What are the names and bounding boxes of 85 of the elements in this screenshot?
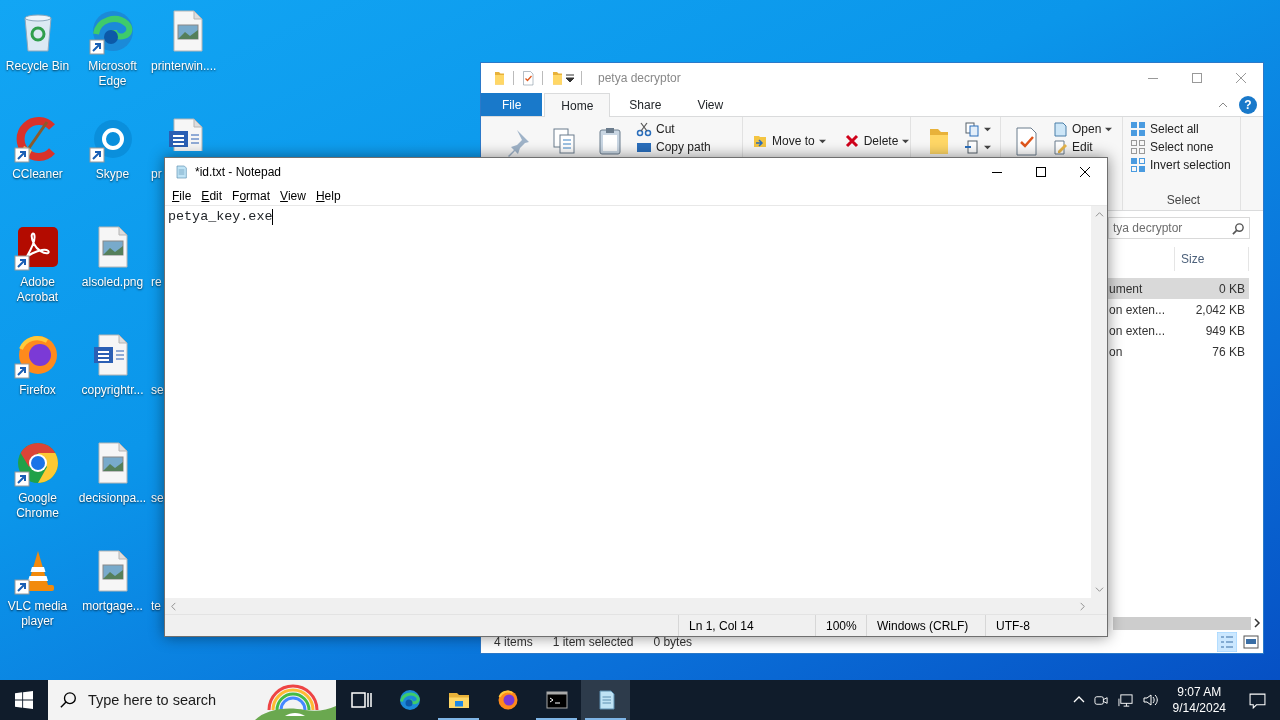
network-icon[interactable]	[1117, 692, 1133, 708]
move-icon	[752, 133, 768, 149]
dropdown-icon[interactable]	[565, 73, 575, 83]
search-placeholder: tya decryptor	[1113, 220, 1183, 237]
ribbon-tab[interactable]: View	[680, 93, 741, 116]
search-icon	[60, 691, 78, 709]
text-cursor	[272, 209, 274, 225]
open-button[interactable]: Open	[1049, 120, 1116, 138]
move-to-button[interactable]: Move to	[749, 130, 829, 152]
caret-icon[interactable]	[818, 137, 826, 145]
column-header[interactable]: Size	[1174, 247, 1249, 271]
search-icon[interactable]	[1232, 221, 1245, 235]
icon-label[interactable]: mortgage...	[82, 599, 143, 614]
maximize-icon[interactable]	[1036, 167, 1046, 177]
scrollbar-thumb[interactable]	[1113, 616, 1251, 630]
group-label: Select	[1165, 192, 1202, 209]
scissors-icon	[636, 121, 652, 137]
icon-label[interactable]: VLC media player	[0, 599, 75, 629]
table-cell-text: 0 KB	[1218, 280, 1246, 298]
new-item-icon	[964, 121, 980, 137]
status-text: Windows (CRLF)	[877, 617, 969, 635]
table-cell-text: on	[1108, 343, 1124, 361]
ribbon-tab[interactable]: File	[481, 93, 543, 116]
caret-icon[interactable]	[902, 137, 910, 145]
clock-date: 9/14/2024	[1172, 700, 1226, 716]
search-field[interactable]: Type here to search	[48, 680, 255, 720]
status-text: 4 items	[494, 634, 533, 651]
notepad-icon	[173, 164, 189, 180]
table-cell-text: on exten...	[1108, 301, 1167, 319]
caret-icon[interactable]	[984, 143, 991, 151]
file-row[interactable]: on exten... 949 KB	[1107, 320, 1249, 341]
file-row[interactable]: on 76 KB	[1107, 341, 1249, 362]
large-icons-view-icon[interactable]	[1241, 632, 1261, 652]
window-title: petya decryptor	[598, 70, 681, 87]
caret-icon[interactable]	[984, 125, 991, 133]
close-icon[interactable]	[1080, 167, 1090, 177]
notepad-icon	[1052, 121, 1068, 137]
scroll-right-icon[interactable]	[1251, 617, 1263, 629]
terminal-icon[interactable]	[544, 688, 569, 712]
menu-item[interactable]: Help	[310, 186, 346, 205]
notification-icon[interactable]	[1249, 691, 1266, 709]
file-row[interactable]: on exten... 2,042 KB	[1107, 299, 1249, 320]
help-button[interactable]: ?	[1239, 95, 1257, 114]
status-text: 0 bytes	[653, 634, 693, 651]
document-text: petya_key.exe	[168, 208, 273, 226]
table-cell-text: on exten...	[1108, 322, 1167, 340]
file-row[interactable]: ument 0 KB	[1107, 278, 1249, 299]
menu-item[interactable]: View	[275, 186, 311, 205]
invert-selection-icon	[1130, 157, 1146, 173]
status-text: 100%	[826, 617, 857, 635]
invert-selection-button[interactable]: Invert selection	[1127, 156, 1234, 174]
taskbar-button[interactable]	[581, 680, 630, 720]
window-title: *id.txt - Notepad	[195, 164, 282, 181]
menu-item[interactable]: Edit	[196, 186, 228, 205]
copy-path-button[interactable]: Copy path	[633, 138, 714, 156]
menu-item[interactable]: Format	[227, 186, 276, 205]
delete-button[interactable]: Delete	[840, 130, 913, 152]
ribbon-tab[interactable]: Home	[544, 93, 611, 117]
edit-button[interactable]: Edit	[1049, 138, 1116, 156]
ribbon-tab[interactable]: Share	[612, 93, 679, 116]
search-field[interactable]: tya decryptor	[1108, 217, 1250, 239]
windows-logo-icon[interactable]	[15, 691, 33, 709]
checklist-icon[interactable]	[520, 70, 536, 86]
delete-icon	[843, 133, 860, 149]
table-cell-text: 2,042 KB	[1194, 301, 1246, 319]
volume-icon[interactable]	[1141, 692, 1158, 708]
select-all-button[interactable]: Select all	[1127, 120, 1234, 138]
table-cell-text: ument	[1108, 280, 1144, 298]
status-text: UTF-8	[996, 617, 1030, 635]
table-cell-text: 76 KB	[1211, 343, 1246, 361]
caret-icon[interactable]	[1105, 125, 1113, 133]
status-text: Ln 1, Col 14	[689, 617, 754, 635]
browser-icon[interactable]	[397, 688, 422, 712]
icon-label[interactable]: te	[151, 599, 161, 614]
select-all-icon	[1130, 121, 1146, 137]
select-none-button[interactable]: Select none	[1127, 138, 1234, 156]
menu-item[interactable]: File	[167, 186, 197, 205]
document-icon	[964, 139, 980, 155]
select-none-icon	[1130, 139, 1146, 155]
edit-icon	[1052, 139, 1068, 155]
cut-button[interactable]: Cut	[633, 120, 714, 138]
status-text: 1 item selected	[552, 634, 634, 651]
clock-time: 9:07 AM	[1177, 684, 1222, 700]
table-cell-text: 949 KB	[1204, 322, 1246, 340]
clock[interactable]: 9:07 AM 9/14/2024	[1172, 684, 1226, 716]
